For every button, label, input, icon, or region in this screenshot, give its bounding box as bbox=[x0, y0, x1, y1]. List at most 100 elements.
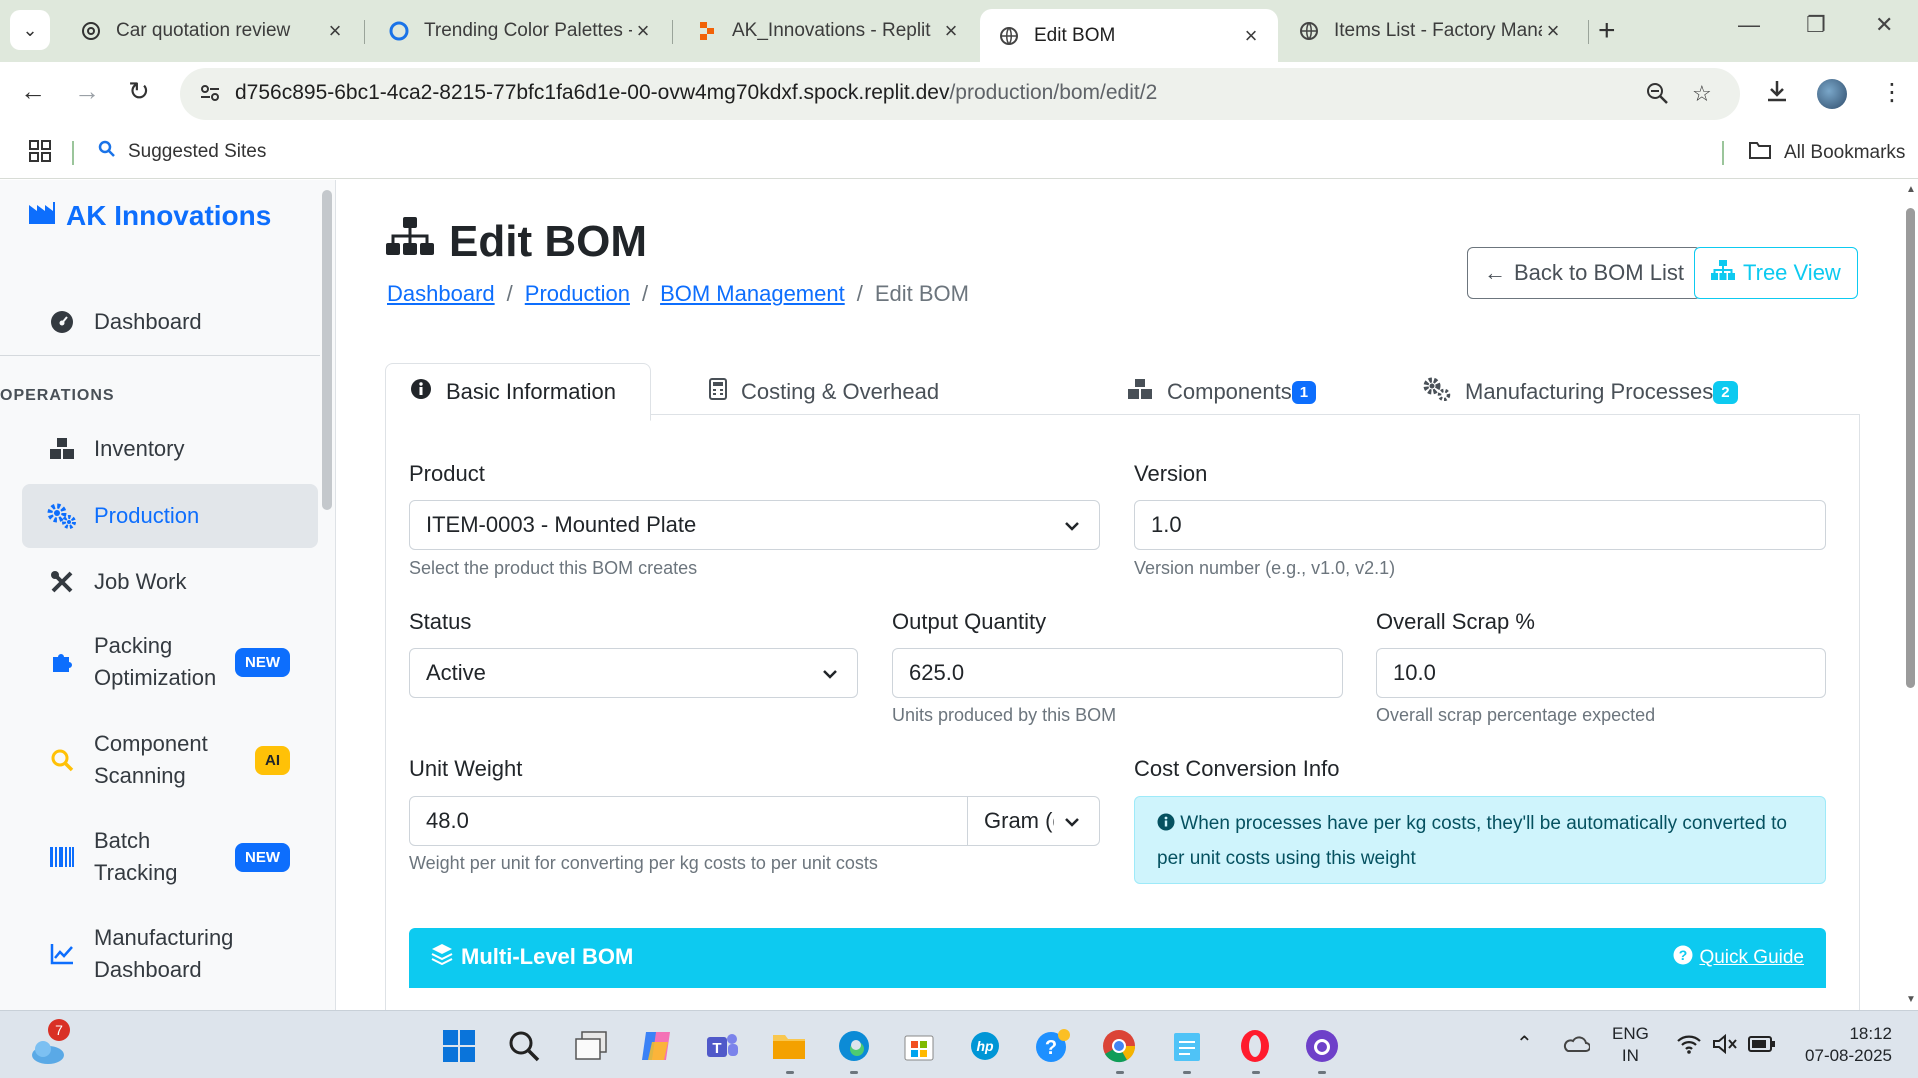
link-label: Quick Guide bbox=[1699, 947, 1804, 968]
download-icon[interactable] bbox=[1764, 78, 1790, 111]
sidebar-item-packing-optimization[interactable]: Packing Optimization NEW bbox=[22, 622, 318, 702]
tab-costing-overhead[interactable]: Costing & Overhead bbox=[685, 363, 963, 421]
sidebar-item-label: Dashboard bbox=[94, 309, 202, 334]
microsoft-store-icon[interactable] bbox=[900, 1027, 938, 1065]
browser-tab-active[interactable]: Edit BOM × bbox=[980, 9, 1278, 62]
label-line: Tracking bbox=[94, 860, 178, 885]
forward-arrow-icon[interactable]: → bbox=[74, 76, 100, 107]
notepad-icon[interactable] bbox=[1168, 1027, 1206, 1065]
scrap-input[interactable]: 10.0 bbox=[1376, 648, 1826, 698]
output-quantity-input[interactable]: 625.0 bbox=[892, 648, 1343, 698]
clock[interactable]: 18:12 07-08-2025 bbox=[1796, 1023, 1892, 1067]
edge-icon[interactable] bbox=[835, 1027, 873, 1065]
new-badge: NEW bbox=[235, 647, 290, 677]
industry-icon bbox=[28, 200, 56, 232]
boxes-icon bbox=[44, 437, 80, 461]
speaker-muted-icon[interactable] bbox=[1712, 1033, 1738, 1060]
scrollbar-thumb[interactable] bbox=[1906, 208, 1915, 688]
wifi-icon[interactable] bbox=[1676, 1033, 1702, 1060]
apps-grid-icon[interactable] bbox=[28, 139, 52, 168]
page-title: Edit BOM bbox=[385, 216, 647, 267]
file-explorer-icon[interactable] bbox=[770, 1027, 808, 1065]
tab-components[interactable]: Components 1 bbox=[1103, 363, 1340, 421]
hp-icon[interactable]: hp bbox=[966, 1027, 1004, 1065]
url-text[interactable]: d756c895-6bc1-4ca2-8215-77bfc1fa6d1e-00-… bbox=[235, 81, 1157, 105]
close-icon[interactable]: × bbox=[1542, 18, 1564, 44]
close-window-button[interactable]: ✕ bbox=[1875, 12, 1893, 38]
close-icon[interactable]: × bbox=[1240, 23, 1262, 49]
bookmark-star-icon[interactable]: ☆ bbox=[1692, 81, 1712, 107]
folder-icon bbox=[1748, 140, 1772, 166]
back-to-bom-list-button[interactable]: ← Back to BOM List bbox=[1467, 247, 1701, 299]
search-icon[interactable] bbox=[505, 1027, 543, 1065]
back-arrow-icon[interactable]: ← bbox=[20, 76, 46, 107]
zoom-icon[interactable] bbox=[1645, 81, 1669, 111]
sidebar-item-inventory[interactable]: Inventory bbox=[22, 417, 318, 481]
quick-guide-link[interactable]: ? Quick Guide bbox=[1673, 945, 1804, 971]
all-bookmarks-button[interactable]: All Bookmarks bbox=[1748, 140, 1905, 166]
close-icon[interactable]: × bbox=[940, 18, 962, 44]
sidebar-item-job-work[interactable]: Job Work bbox=[22, 550, 318, 614]
sidebar-scrollbar[interactable] bbox=[322, 190, 332, 510]
product-select[interactable]: ITEM-0003 - Mounted Plate bbox=[409, 500, 1100, 550]
browser-tab-3[interactable]: AK_Innovations - Replit × bbox=[678, 9, 978, 53]
browser-tab-2[interactable]: Trending Color Palettes - × bbox=[370, 9, 670, 53]
chrome-icon[interactable] bbox=[1100, 1027, 1138, 1065]
output-quantity-value: 625.0 bbox=[909, 660, 965, 685]
copilot-icon[interactable] bbox=[638, 1027, 676, 1065]
restore-button[interactable]: ❐ bbox=[1806, 12, 1826, 38]
suggested-sites-bookmark[interactable]: Suggested Sites bbox=[98, 140, 266, 164]
version-input[interactable]: 1.0 bbox=[1134, 500, 1826, 550]
address-bar[interactable]: d756c895-6bc1-4ca2-8215-77bfc1fa6d1e-00-… bbox=[180, 68, 1740, 120]
sidebar-item-production[interactable]: Production bbox=[22, 484, 318, 548]
opera-icon[interactable] bbox=[1236, 1027, 1274, 1065]
palette-site-icon bbox=[388, 20, 410, 42]
close-icon[interactable]: × bbox=[324, 18, 346, 44]
tab-label: Costing & Overhead bbox=[741, 379, 940, 404]
tab-basic-information[interactable]: Basic Information bbox=[385, 363, 651, 421]
sidebar-item-dashboard[interactable]: Dashboard bbox=[22, 292, 318, 352]
breadcrumb-bom-management[interactable]: BOM Management bbox=[660, 281, 845, 307]
unit-weight-unit-select[interactable]: Gram (g bbox=[967, 796, 1100, 846]
bookmark-label: Suggested Sites bbox=[128, 141, 267, 162]
unit-weight-input[interactable]: 48.0 bbox=[409, 796, 968, 846]
sidebar-item-batch-tracking[interactable]: Batch Tracking NEW bbox=[22, 817, 318, 897]
version-value: 1.0 bbox=[1151, 512, 1182, 537]
browser-tab-1[interactable]: Car quotation review × bbox=[62, 9, 362, 53]
minimize-button[interactable]: — bbox=[1738, 12, 1760, 38]
close-icon[interactable]: × bbox=[632, 18, 654, 44]
unit-weight-value: 48.0 bbox=[426, 808, 469, 833]
help-icon[interactable]: ? bbox=[1034, 1027, 1072, 1065]
profile-avatar[interactable] bbox=[1817, 79, 1847, 109]
new-tab-button[interactable]: + bbox=[1598, 14, 1616, 48]
breadcrumb-separator: / bbox=[641, 281, 649, 306]
sidebar-item-manufacturing-dashboard[interactable]: Manufacturing Dashboard bbox=[22, 914, 318, 994]
github-icon[interactable] bbox=[1303, 1027, 1341, 1065]
label-line: Scanning bbox=[94, 763, 186, 788]
battery-icon[interactable] bbox=[1748, 1035, 1776, 1058]
kebab-menu-icon[interactable]: ⋮ bbox=[1880, 78, 1904, 107]
windows-start-icon[interactable] bbox=[440, 1027, 478, 1065]
chevron-up-icon[interactable]: ⌃ bbox=[1516, 1031, 1533, 1056]
tab-manufacturing-processes[interactable]: Manufacturing Processes 2 bbox=[1399, 363, 1762, 421]
language-indicator[interactable]: ENG IN bbox=[1612, 1023, 1649, 1067]
site-settings-icon[interactable] bbox=[198, 81, 222, 110]
brand-name: AK Innovations bbox=[66, 200, 272, 231]
brand-link[interactable]: AK Innovations bbox=[28, 200, 271, 232]
status-select[interactable]: Active bbox=[409, 648, 858, 698]
teams-icon[interactable]: T bbox=[703, 1027, 741, 1065]
browser-tab-5[interactable]: Items List - Factory Mana × bbox=[1280, 9, 1580, 53]
scroll-down-arrow-icon[interactable]: ▼ bbox=[1906, 994, 1916, 1005]
onedrive-icon[interactable] bbox=[1562, 1033, 1591, 1058]
sidebar-item-component-scanning[interactable]: Component Scanning AI bbox=[22, 720, 318, 800]
reload-icon[interactable]: ↻ bbox=[128, 76, 150, 107]
task-view-icon[interactable] bbox=[572, 1027, 610, 1065]
page-scrollbar[interactable]: ▲ ▼ bbox=[1903, 180, 1918, 1010]
scroll-up-arrow-icon[interactable]: ▲ bbox=[1906, 184, 1916, 195]
tree-view-button[interactable]: Tree View bbox=[1694, 247, 1858, 299]
tab-title: Edit BOM bbox=[1034, 24, 1116, 46]
breadcrumb-production[interactable]: Production bbox=[525, 281, 630, 307]
tab-title: Items List - Factory Mana bbox=[1334, 20, 1542, 41]
breadcrumb-dashboard[interactable]: Dashboard bbox=[387, 281, 495, 307]
tab-search-menu-button[interactable]: ⌄ bbox=[10, 10, 50, 50]
